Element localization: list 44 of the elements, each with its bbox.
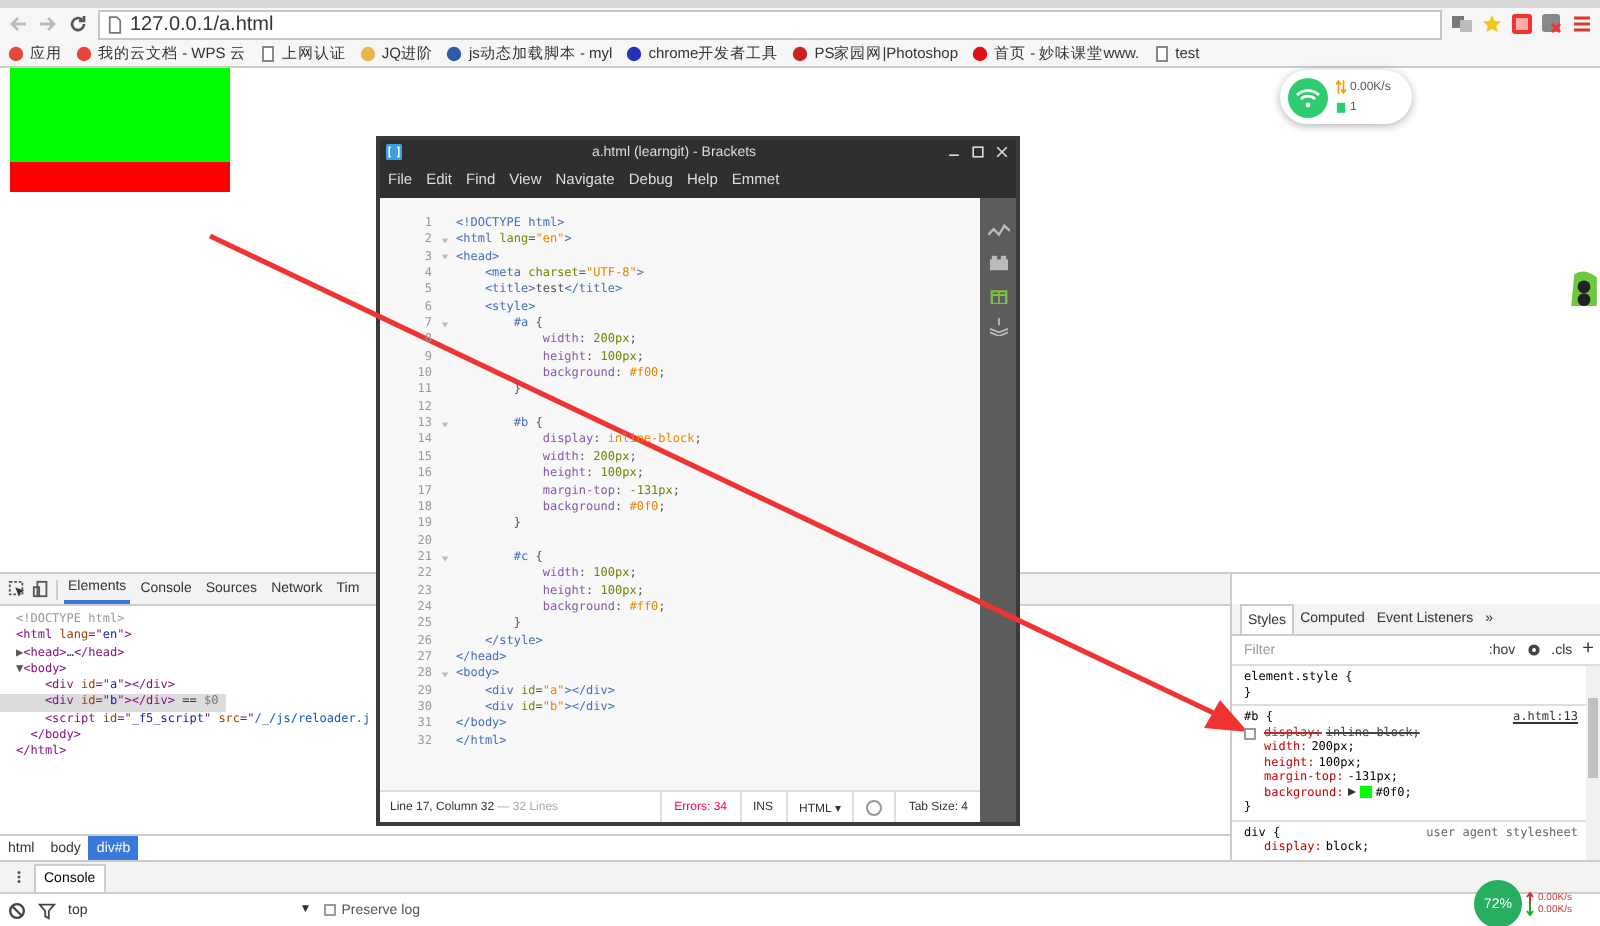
more-icon[interactable]	[16, 868, 22, 886]
bookmark-icon	[359, 45, 376, 61]
down-arrow-icon	[1526, 904, 1534, 916]
filter-icon[interactable]	[38, 901, 56, 919]
scrollbar-thumb[interactable]	[1588, 698, 1598, 778]
translate-icon[interactable]	[1452, 14, 1472, 34]
extension-icon[interactable]	[1512, 14, 1532, 34]
maximize-icon[interactable]	[970, 144, 986, 160]
bookmark-icon	[972, 45, 989, 61]
wifi-icon	[1288, 77, 1328, 117]
fold-icon[interactable]	[439, 669, 449, 680]
up-down-arrows-icon	[1336, 80, 1346, 94]
gear-icon[interactable]	[1525, 642, 1542, 658]
inspect-icon[interactable]	[8, 580, 26, 598]
app-icon	[386, 144, 402, 160]
bookmark-icon	[8, 45, 24, 61]
bookmark-icon	[1153, 45, 1170, 61]
clear-icon[interactable]	[8, 901, 26, 919]
address-bar[interactable]: 127.0.0.1/a.html	[98, 9, 1442, 39]
close-icon[interactable]	[994, 144, 1010, 160]
device-icon	[1336, 100, 1346, 114]
fold-icon[interactable]	[439, 236, 449, 247]
fold-icon[interactable]	[439, 252, 449, 263]
stack-icon[interactable]	[987, 318, 1009, 336]
blocks-icon[interactable]	[987, 254, 1009, 272]
pulse-icon[interactable]	[987, 222, 1009, 240]
bookmark-icon	[626, 45, 643, 61]
status-circle-icon[interactable]	[866, 799, 883, 815]
device-icon[interactable]	[32, 580, 50, 598]
bookmark-icon	[76, 45, 92, 61]
page-icon	[108, 15, 122, 33]
bookmark-icon	[259, 45, 276, 61]
fold-icon[interactable]	[439, 553, 449, 564]
extension-icon[interactable]	[1542, 14, 1562, 34]
star-icon[interactable]	[1482, 14, 1502, 34]
fold-icon[interactable]	[439, 419, 449, 430]
bookmark-icon	[792, 45, 809, 61]
reload-icon[interactable]	[68, 14, 88, 34]
add-rule-button[interactable]: +	[1582, 640, 1594, 660]
fold-icon[interactable]	[439, 319, 449, 330]
menu-icon[interactable]	[1572, 14, 1592, 34]
color-swatch[interactable]	[1359, 786, 1372, 799]
bookmark-icon	[446, 45, 463, 61]
up-arrow-icon	[1526, 892, 1534, 904]
